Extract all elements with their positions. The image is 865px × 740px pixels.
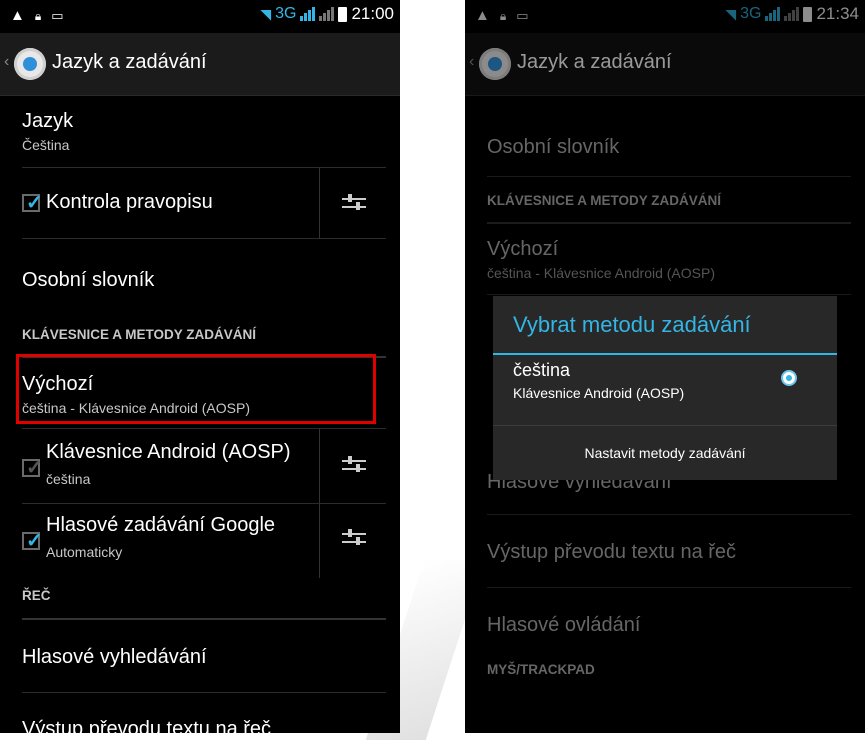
page-title: Jazyk a zadávání [52, 51, 207, 73]
wifi-icon: ◥ [260, 5, 272, 22]
category-header-keyboards: KLÁVESNICE A METODY ZADÁVÁNÍ [22, 309, 386, 358]
lock-icon: 🔒︎ [34, 9, 42, 23]
back-caret-icon[interactable]: ‹ [469, 53, 474, 71]
option-subtitle: Klávesnice Android (AOSP) [513, 385, 685, 401]
item-title: Hlasové ovládání [487, 614, 641, 636]
action-bar: ‹ Jazyk a zadávání [465, 33, 865, 96]
image-icon: ▭ [516, 8, 529, 23]
checkbox[interactable]: ✓ [22, 530, 43, 552]
radio-button-selected[interactable] [781, 370, 797, 386]
settings-gear-icon[interactable] [479, 48, 511, 80]
item-title: Výchozí [487, 238, 559, 260]
category-header-keyboards: KLÁVESNICE A METODY ZADÁVÁNÍ [487, 177, 851, 224]
item-title: Jazyk [22, 110, 74, 132]
warning-icon: ▲ [10, 7, 25, 24]
network-type: 3G [740, 5, 762, 22]
warning-icon: ▲ [475, 7, 490, 24]
check-icon: ✓ [26, 192, 43, 214]
sliders-icon [342, 193, 366, 213]
lock-icon: 🔒︎ [499, 9, 507, 23]
list-item-hlasove-zadavani-google[interactable]: ✓ Hlasové zadávání Google Automaticky [22, 504, 386, 578]
list-item-osobni-slovnik[interactable]: Osobní slovník [487, 96, 851, 177]
list-item-vystup-prevodu[interactable]: Výstup převodu textu na řeč [22, 693, 386, 733]
item-title: Osobní slovník [22, 269, 155, 291]
list-item-hlasove-vyhledavani[interactable]: Hlasové vyhledávání [22, 620, 386, 693]
list-item-klavesnice-aosp[interactable]: ✓ Klávesnice Android (AOSP) čeština [22, 429, 386, 504]
status-bar: ▲ 🔒︎ ▭ ◥ 3G 21:00 [0, 0, 400, 33]
category-header-speech: ŘEČ [22, 578, 386, 620]
input-method-option[interactable]: čeština Klávesnice Android (AOSP) [493, 355, 837, 425]
list-item-vychozi[interactable]: Výchozí čeština - Klávesnice Android (AO… [487, 224, 851, 295]
clock: 21:34 [816, 4, 859, 23]
check-icon: ✓ [26, 530, 43, 552]
item-title: Kontrola pravopisu [46, 191, 213, 213]
signal-icon [765, 7, 781, 21]
left-phone-screen: ▲ 🔒︎ ▭ ◥ 3G 21:00 ‹ Jazyk a zadávání Jaz… [0, 0, 400, 733]
dialog-title: Vybrat metodu zadávání [513, 312, 751, 337]
list-item-jazyk[interactable]: Jazyk Čeština [22, 96, 386, 168]
item-title: Klávesnice Android (AOSP) [46, 441, 291, 463]
list-item-vystup-prevodu[interactable]: Výstup převodu textu na řeč [487, 515, 851, 588]
input-method-dialog: Vybrat metodu zadávání čeština Klávesnic… [493, 296, 837, 480]
item-summary: čeština [46, 471, 91, 487]
item-summary: čeština - Klávesnice Android (AOSP) [487, 265, 715, 281]
image-icon: ▭ [51, 8, 64, 23]
item-summary: Automaticky [46, 544, 123, 560]
check-icon: ✓ [26, 457, 43, 479]
item-title: Výstup převodu textu na řeč [22, 718, 272, 733]
clock: 21:00 [351, 4, 394, 23]
item-title: Hlasové vyhledávání [22, 646, 207, 668]
settings-button[interactable] [319, 168, 386, 238]
battery-icon [803, 6, 813, 22]
sliders-icon [342, 455, 366, 475]
checkbox[interactable]: ✓ [22, 192, 43, 214]
page-title: Jazyk a zadávání [517, 51, 672, 73]
settings-button[interactable] [319, 429, 386, 503]
list-item-hlasove-ovladani[interactable]: Hlasové ovládání [487, 588, 851, 660]
category-header-mouse: MYŠ/TRACKPAD [487, 662, 595, 677]
signal-sim2-icon [784, 7, 800, 21]
item-summary: Čeština [22, 137, 70, 153]
item-title: Hlasové zadávání Google [46, 514, 276, 536]
list-item-osobni-slovnik[interactable]: Osobní slovník [22, 239, 386, 309]
settings-button[interactable] [319, 504, 386, 578]
right-phone-screen: ▲ 🔒︎ ▭ ◥ 3G 21:34 ‹ Jazyk a zadávání Oso… [465, 0, 865, 733]
configure-input-methods-button[interactable]: Nastavit metody zadávání [493, 426, 837, 480]
wifi-icon: ◥ [725, 5, 737, 22]
back-caret-icon[interactable]: ‹ [4, 53, 9, 71]
item-title: Výstup převodu textu na řeč [487, 541, 737, 563]
action-bar: ‹ Jazyk a zadávání [0, 33, 400, 96]
network-type: 3G [275, 5, 297, 22]
signal-icon [300, 7, 316, 21]
list-item-kontrola-pravopisu[interactable]: ✓ Kontrola pravopisu [22, 168, 386, 239]
checkbox[interactable]: ✓ [22, 457, 43, 479]
sliders-icon [342, 528, 366, 548]
settings-gear-icon[interactable] [14, 48, 46, 80]
highlight-box [16, 354, 376, 424]
status-bar: ▲ 🔒︎ ▭ ◥ 3G 21:34 [465, 0, 865, 33]
battery-icon [338, 6, 348, 22]
item-title: Osobní slovník [487, 136, 620, 158]
signal-sim2-icon [319, 7, 335, 21]
option-title: čeština [513, 360, 571, 380]
